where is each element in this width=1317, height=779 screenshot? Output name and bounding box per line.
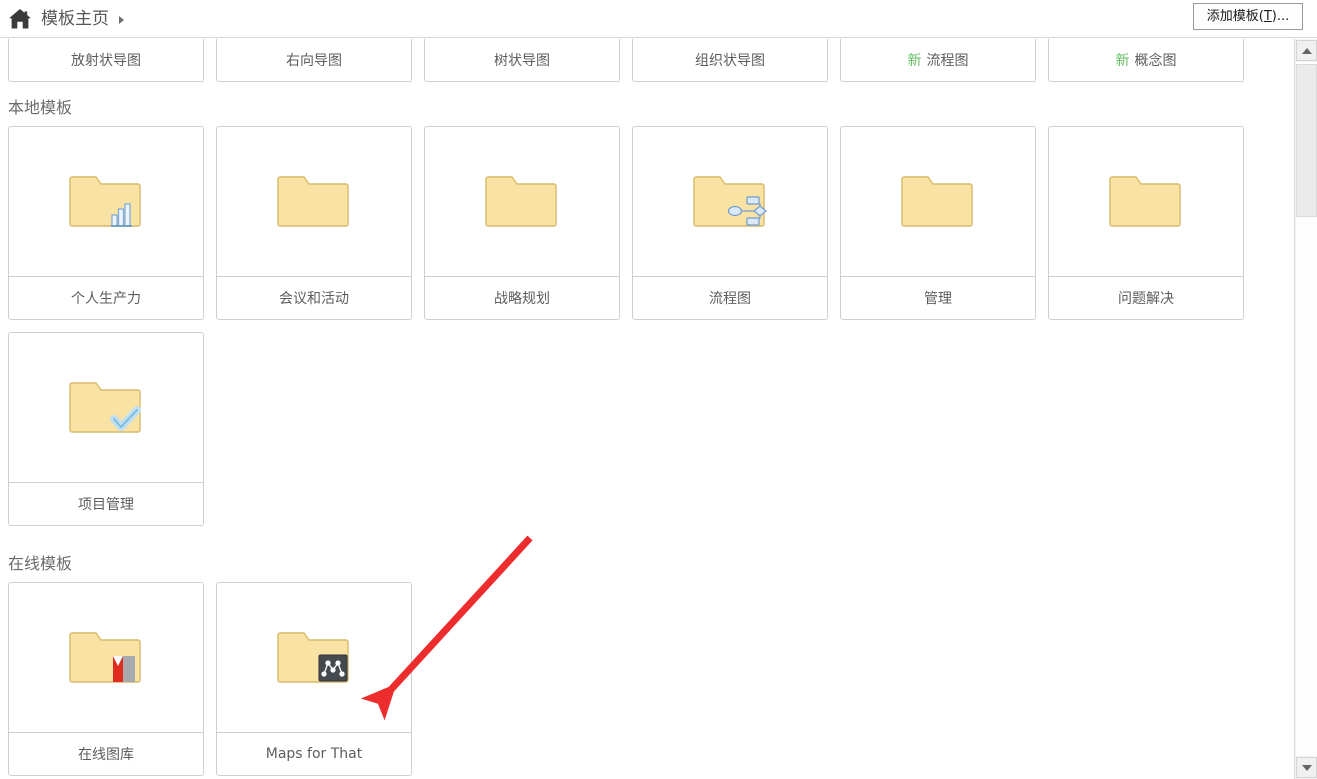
- template-card-label: 个人生产力: [71, 291, 141, 307]
- template-card[interactable]: 个人生产力: [8, 126, 204, 320]
- folder-plain-icon: [1049, 127, 1243, 277]
- template-card-label: 战略规划: [494, 291, 550, 307]
- template-sections: 本地模板个人生产力 会议和活动 战略规划 流程图 管理 问题解决项目管理在线模板在线图库 M…: [8, 94, 1294, 779]
- folder-check-icon: [9, 333, 203, 483]
- chevron-right-icon[interactable]: [119, 16, 124, 24]
- template-card[interactable]: 问题解决: [1048, 126, 1244, 320]
- folder-chart-icon: [9, 127, 203, 277]
- scroll-up-icon: [1301, 47, 1312, 54]
- scroll-down-icon: [1301, 764, 1312, 771]
- breadcrumb-label[interactable]: 模板主页: [41, 10, 109, 28]
- new-badge: 新: [1115, 53, 1130, 69]
- add-template-prefix: 添加模板(: [1206, 9, 1264, 24]
- template-card[interactable]: 项目管理: [8, 332, 204, 526]
- diagram-type-label: 组织状导图: [695, 53, 765, 69]
- template-card-label: 会议和活动: [279, 291, 349, 307]
- top-bar: 模板主页 添加模板(T)...: [0, 0, 1317, 38]
- add-template-button[interactable]: 添加模板(T)...: [1193, 3, 1303, 30]
- diagram-type-card[interactable]: 树状导图: [424, 39, 620, 82]
- template-card[interactable]: 战略规划: [424, 126, 620, 320]
- vertical-scrollbar[interactable]: [1294, 39, 1317, 779]
- diagram-type-card[interactable]: 新流程图: [840, 39, 1036, 82]
- template-grid-online-templates: 在线图库 Maps for That: [8, 582, 1294, 779]
- new-badge: 新: [907, 53, 922, 69]
- add-template-suffix: )...: [1271, 9, 1290, 24]
- template-card-label: Maps for That: [265, 746, 363, 762]
- folder-mapsforthat-icon: [217, 583, 411, 733]
- folder-plain-icon: [217, 127, 411, 277]
- template-grid-local-templates: 个人生产力 会议和活动 战略规划 流程图 管理 问题解决项目管理: [8, 126, 1294, 538]
- template-card-label: 流程图: [709, 291, 751, 307]
- template-home-window: 模板主页 添加模板(T)... 放射状导图 右向导图 树状导图 组织状导图新流程图新概…: [0, 0, 1317, 779]
- scrollbar-thumb[interactable]: [1296, 64, 1317, 217]
- template-card[interactable]: Maps for That: [216, 582, 412, 776]
- template-card-label: 管理: [924, 291, 952, 307]
- section-title-local-templates: 本地模板: [8, 98, 73, 117]
- template-card-label: 问题解决: [1118, 291, 1174, 307]
- diagram-type-row: 放射状导图 右向导图 树状导图 组织状导图新流程图新概念图: [8, 39, 1294, 82]
- template-scroll-area[interactable]: 放射状导图 右向导图 树状导图 组织状导图新流程图新概念图 本地模板 个人生产力 会议和活…: [0, 39, 1294, 779]
- template-card[interactable]: 会议和活动: [216, 126, 412, 320]
- home-icon[interactable]: [8, 8, 32, 30]
- folder-plain-icon: [841, 127, 1035, 277]
- add-template-accelerator: T: [1263, 9, 1272, 24]
- scroll-up-button[interactable]: [1296, 40, 1317, 61]
- diagram-type-card[interactable]: 组织状导图: [632, 39, 828, 82]
- breadcrumb[interactable]: 模板主页: [8, 0, 124, 38]
- diagram-type-card[interactable]: 新概念图: [1048, 39, 1244, 82]
- folder-mindjet-icon: [9, 583, 203, 733]
- template-card[interactable]: 管理: [840, 126, 1036, 320]
- template-card-label: 在线图库: [78, 747, 134, 763]
- template-card[interactable]: 流程图: [632, 126, 828, 320]
- diagram-type-card[interactable]: 右向导图: [216, 39, 412, 82]
- diagram-type-label: 流程图: [926, 53, 969, 69]
- scroll-down-button[interactable]: [1296, 757, 1317, 778]
- diagram-type-label: 放射状导图: [71, 53, 141, 69]
- diagram-type-card[interactable]: 放射状导图: [8, 39, 204, 82]
- diagram-type-label: 概念图: [1134, 53, 1177, 69]
- folder-flowchart-icon: [633, 127, 827, 277]
- template-card[interactable]: 在线图库: [8, 582, 204, 776]
- folder-plain-icon: [425, 127, 619, 277]
- section-title-online-templates: 在线模板: [8, 554, 73, 573]
- diagram-type-label: 右向导图: [286, 53, 342, 69]
- diagram-type-label: 树状导图: [494, 53, 550, 69]
- template-card-label: 项目管理: [78, 497, 134, 513]
- template-content: 放射状导图 右向导图 树状导图 组织状导图新流程图新概念图 本地模板 个人生产力 会议和活…: [0, 39, 1294, 779]
